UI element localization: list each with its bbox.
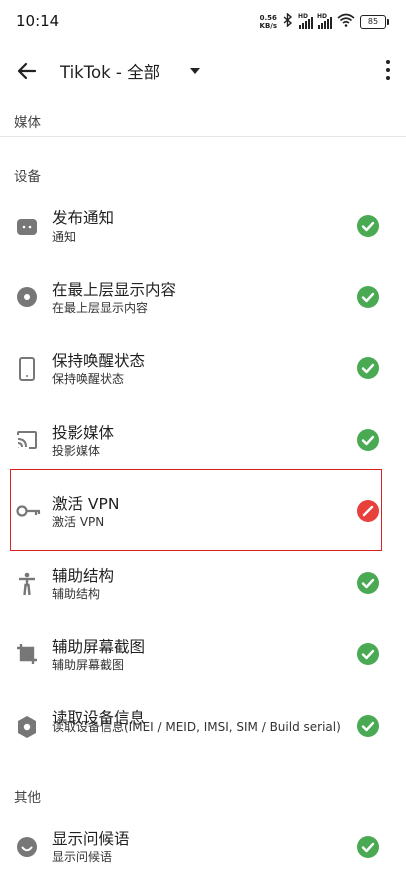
- permission-subtitle: 辅助结构: [52, 587, 101, 601]
- section-header-device: 设备: [14, 169, 41, 185]
- dropdown-arrow-icon: [190, 68, 201, 74]
- signal-label-1: HD: [298, 12, 309, 20]
- hexagon-icon: [16, 715, 38, 738]
- permission-subtitle: 读取设备信息(IMEI / MEID, IMSI, SIM / Build se…: [52, 720, 341, 734]
- battery-level: 85: [367, 16, 379, 26]
- permission-title: 投影媒体: [52, 424, 115, 442]
- permission-title: 辅助结构: [52, 567, 115, 585]
- app-bar: TikTok - 全部: [0, 42, 406, 98]
- network-speed: 0.56 KB/s: [260, 14, 277, 30]
- signal-label-2: HD: [317, 12, 328, 20]
- permission-title: 发布通知: [52, 209, 115, 227]
- permission-subtitle: 辅助屏幕截图: [52, 658, 125, 672]
- permission-item-vpn[interactable]: 激活 VPN 激活 VPN: [0, 476, 406, 546]
- status-bar: 10:14 0.56 KB/s HD HD 85: [0, 0, 406, 42]
- granted-check-icon: [357, 572, 379, 594]
- granted-check-icon: [357, 836, 379, 858]
- granted-check-icon: [357, 357, 379, 379]
- permission-subtitle: 激活 VPN: [52, 515, 105, 529]
- overlay-icon: [16, 286, 38, 308]
- permission-item-greeting[interactable]: 显示问候语 显示问候语: [0, 812, 406, 882]
- permission-subtitle: 显示问候语: [52, 850, 113, 864]
- section-header-other: 其他: [14, 790, 41, 806]
- permission-subtitle: 通知: [52, 230, 77, 244]
- network-speed-value: 0.56: [259, 13, 277, 22]
- crop-icon: [16, 643, 38, 665]
- granted-check-icon: [357, 715, 379, 737]
- signal-icon-1: HD: [298, 12, 313, 29]
- granted-check-icon: [357, 429, 379, 451]
- phone-icon: [16, 357, 38, 381]
- permission-item-read-device-info[interactable]: 读取设备信息 读取设备信息(IMEI / MEID, IMSI, SIM / B…: [0, 690, 406, 770]
- permission-title: 激活 VPN: [52, 495, 120, 513]
- permission-item-overlay[interactable]: 在最上层显示内容 在最上层显示内容: [0, 262, 406, 332]
- smile-icon: [16, 836, 38, 858]
- granted-check-icon: [357, 643, 379, 665]
- divider: [0, 136, 406, 137]
- status-time: 10:14: [16, 12, 60, 30]
- arrow-left-icon: [17, 62, 37, 80]
- more-options-button[interactable]: [384, 60, 392, 80]
- granted-check-icon: [357, 286, 379, 308]
- message-icon: [16, 216, 38, 238]
- denied-icon: [357, 500, 379, 522]
- status-icons: 0.56 KB/s HD HD 85: [260, 12, 389, 31]
- accessibility-icon: [16, 572, 38, 596]
- permission-title: 辅助屏幕截图: [52, 638, 146, 656]
- permission-subtitle: 保持唤醒状态: [52, 372, 125, 386]
- bluetooth-icon: [282, 12, 294, 31]
- permission-subtitle: 在最上层显示内容: [52, 301, 149, 315]
- wifi-icon: [337, 12, 355, 31]
- page-title: TikTok - 全部: [60, 63, 161, 82]
- cast-icon: [16, 429, 38, 451]
- permission-item-assist-screenshot[interactable]: 辅助屏幕截图 辅助屏幕截图: [0, 619, 406, 689]
- permission-title: 在最上层显示内容: [52, 281, 177, 299]
- network-speed-unit: KB/s: [259, 21, 277, 30]
- permission-item-notification[interactable]: 发布通知 通知: [0, 190, 406, 260]
- battery-indicator: 85: [360, 14, 389, 29]
- granted-check-icon: [357, 215, 379, 237]
- permission-item-project-media[interactable]: 投影媒体 投影媒体: [0, 405, 406, 475]
- key-icon: [16, 500, 42, 522]
- permission-title: 显示问候语: [52, 830, 130, 848]
- app-filter-selector[interactable]: TikTok - 全部: [60, 59, 201, 83]
- permission-item-wake-lock[interactable]: 保持唤醒状态 保持唤醒状态: [0, 333, 406, 403]
- permission-item-assist-structure[interactable]: 辅助结构 辅助结构: [0, 548, 406, 618]
- section-header-media: 媒体: [14, 115, 41, 131]
- back-button[interactable]: [14, 58, 40, 84]
- permission-title: 保持唤醒状态: [52, 352, 146, 370]
- permission-subtitle: 投影媒体: [52, 444, 101, 458]
- signal-icon-2: HD: [317, 12, 332, 29]
- more-vert-icon: [386, 60, 390, 64]
